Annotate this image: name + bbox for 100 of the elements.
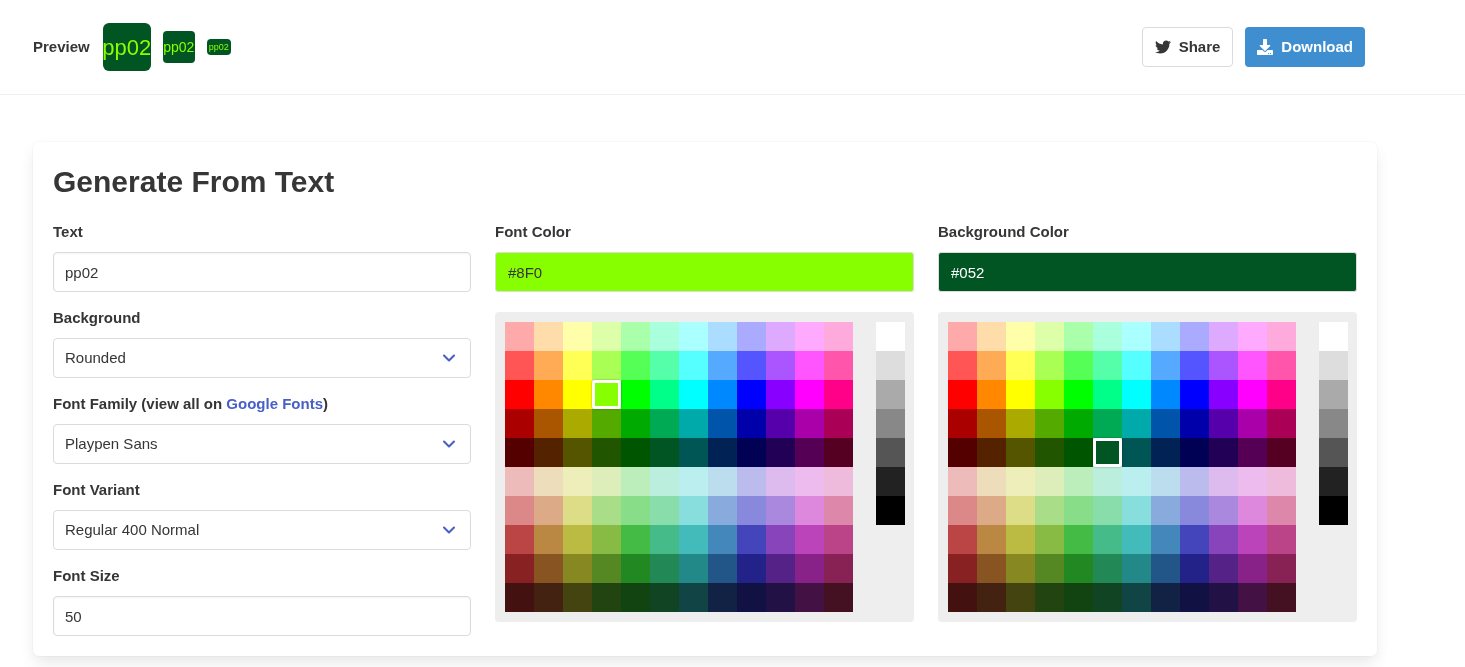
- color-swatch[interactable]: [795, 554, 824, 583]
- color-swatch[interactable]: [1180, 525, 1209, 554]
- color-swatch[interactable]: [621, 583, 650, 612]
- color-swatch[interactable]: [505, 409, 534, 438]
- google-fonts-link[interactable]: Google Fonts: [226, 395, 324, 412]
- color-swatch[interactable]: [650, 351, 679, 380]
- color-swatch[interactable]: [1122, 351, 1151, 380]
- color-swatch[interactable]: [948, 322, 977, 351]
- color-swatch[interactable]: [1319, 438, 1348, 467]
- color-swatch[interactable]: [505, 496, 534, 525]
- color-swatch[interactable]: [766, 554, 795, 583]
- color-swatch[interactable]: [1035, 583, 1064, 612]
- color-swatch[interactable]: [621, 409, 650, 438]
- color-swatch[interactable]: [650, 438, 679, 467]
- text-input-field[interactable]: 50: [53, 596, 471, 636]
- color-swatch[interactable]: [737, 583, 766, 612]
- color-swatch[interactable]: [795, 583, 824, 612]
- color-swatch[interactable]: [679, 322, 708, 351]
- color-swatch[interactable]: [737, 351, 766, 380]
- color-swatch[interactable]: [1064, 583, 1093, 612]
- color-swatch[interactable]: [1093, 409, 1122, 438]
- color-swatch[interactable]: [592, 438, 621, 467]
- color-swatch[interactable]: [621, 380, 650, 409]
- color-swatch[interactable]: [1319, 496, 1348, 525]
- color-swatch[interactable]: [621, 525, 650, 554]
- color-swatch[interactable]: [1093, 380, 1122, 409]
- color-swatch[interactable]: [1267, 409, 1296, 438]
- color-swatch[interactable]: [737, 322, 766, 351]
- color-swatch[interactable]: [1238, 467, 1267, 496]
- color-swatch[interactable]: [1209, 409, 1238, 438]
- color-swatch[interactable]: [592, 467, 621, 496]
- color-swatch[interactable]: [1238, 351, 1267, 380]
- color-swatch[interactable]: [766, 322, 795, 351]
- color-swatch[interactable]: [621, 351, 650, 380]
- color-swatch[interactable]: [824, 467, 853, 496]
- color-swatch[interactable]: [505, 467, 534, 496]
- color-swatch[interactable]: [876, 438, 905, 467]
- color-swatch[interactable]: [1238, 322, 1267, 351]
- color-swatch[interactable]: [592, 380, 621, 409]
- color-swatch[interactable]: [1122, 380, 1151, 409]
- color-swatch[interactable]: [1064, 467, 1093, 496]
- color-swatch[interactable]: [977, 554, 1006, 583]
- color-swatch[interactable]: [1122, 467, 1151, 496]
- color-swatch[interactable]: [1006, 583, 1035, 612]
- color-swatch[interactable]: [824, 583, 853, 612]
- color-swatch[interactable]: [1093, 322, 1122, 351]
- color-swatch[interactable]: [1209, 351, 1238, 380]
- color-swatch[interactable]: [795, 380, 824, 409]
- color-swatch[interactable]: [1035, 467, 1064, 496]
- color-swatch[interactable]: [1035, 554, 1064, 583]
- color-swatch[interactable]: [795, 525, 824, 554]
- color-swatch[interactable]: [1180, 351, 1209, 380]
- color-swatch[interactable]: [1180, 583, 1209, 612]
- color-swatch[interactable]: [1122, 409, 1151, 438]
- color-swatch[interactable]: [592, 583, 621, 612]
- color-swatch[interactable]: [1209, 380, 1238, 409]
- color-swatch[interactable]: [679, 583, 708, 612]
- color-swatch[interactable]: [592, 409, 621, 438]
- color-swatch[interactable]: [824, 525, 853, 554]
- color-swatch[interactable]: [708, 525, 737, 554]
- color-swatch[interactable]: [1035, 525, 1064, 554]
- color-swatch[interactable]: [1209, 583, 1238, 612]
- color-swatch[interactable]: [534, 438, 563, 467]
- color-swatch[interactable]: [563, 438, 592, 467]
- color-swatch[interactable]: [563, 467, 592, 496]
- color-swatch[interactable]: [1209, 467, 1238, 496]
- color-swatch[interactable]: [592, 351, 621, 380]
- color-swatch[interactable]: [795, 351, 824, 380]
- color-swatch[interactable]: [708, 409, 737, 438]
- color-swatch[interactable]: [1064, 438, 1093, 467]
- color-swatch[interactable]: [766, 583, 795, 612]
- color-swatch[interactable]: [1064, 554, 1093, 583]
- color-swatch[interactable]: [1006, 380, 1035, 409]
- color-swatch[interactable]: [1209, 322, 1238, 351]
- color-swatch[interactable]: [1064, 322, 1093, 351]
- color-swatch[interactable]: [876, 496, 905, 525]
- color-swatch[interactable]: [708, 496, 737, 525]
- color-swatch[interactable]: [948, 438, 977, 467]
- color-swatch[interactable]: [621, 496, 650, 525]
- color-swatch[interactable]: [505, 583, 534, 612]
- color-swatch[interactable]: [592, 322, 621, 351]
- color-swatch[interactable]: [1064, 525, 1093, 554]
- color-swatch[interactable]: [824, 496, 853, 525]
- color-swatch[interactable]: [679, 496, 708, 525]
- color-swatch[interactable]: [534, 525, 563, 554]
- color-swatch[interactable]: [737, 438, 766, 467]
- color-swatch[interactable]: [1006, 322, 1035, 351]
- color-swatch[interactable]: [505, 380, 534, 409]
- color-swatch[interactable]: [1064, 380, 1093, 409]
- color-swatch[interactable]: [1093, 351, 1122, 380]
- color-swatch[interactable]: [505, 351, 534, 380]
- color-swatch[interactable]: [1267, 554, 1296, 583]
- color-swatch[interactable]: [1035, 409, 1064, 438]
- color-swatch[interactable]: [1151, 322, 1180, 351]
- color-swatch[interactable]: [766, 467, 795, 496]
- color-swatch[interactable]: [1035, 380, 1064, 409]
- color-swatch[interactable]: [534, 351, 563, 380]
- color-input-field[interactable]: #052: [938, 252, 1357, 292]
- color-swatch[interactable]: [977, 496, 1006, 525]
- color-swatch[interactable]: [766, 438, 795, 467]
